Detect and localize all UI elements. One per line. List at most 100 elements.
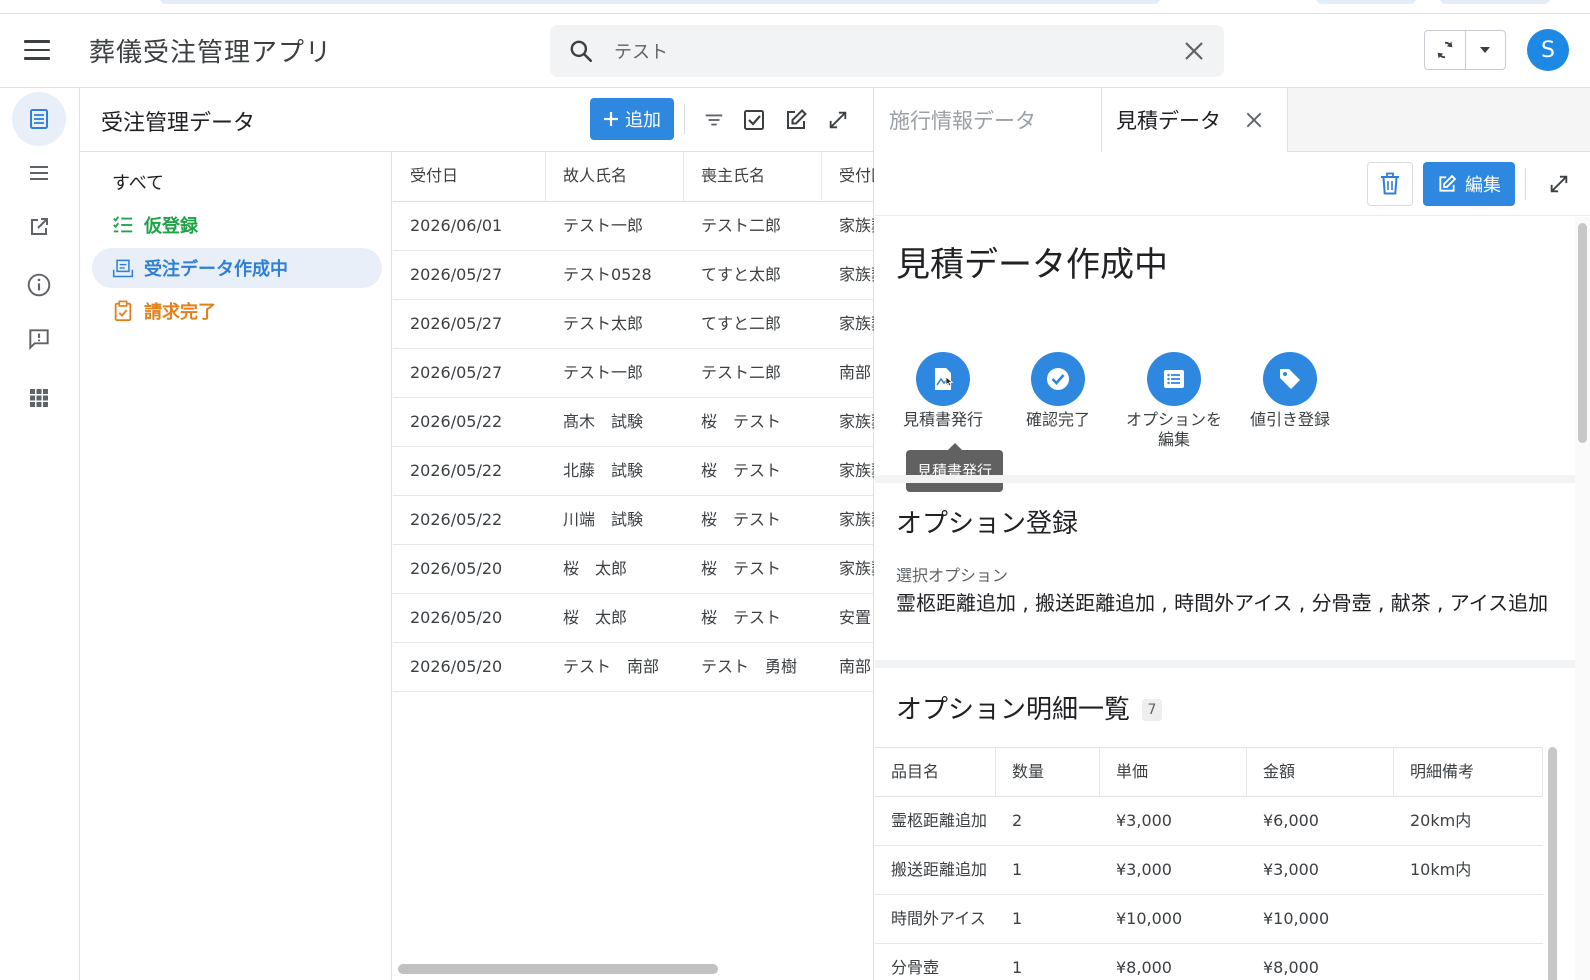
- column-header[interactable]: 単価: [1100, 748, 1247, 796]
- rail-item-external[interactable]: [12, 200, 66, 254]
- detail-toolbar: 編集: [875, 152, 1590, 216]
- cell-chief-mourner: テスト二郎: [701, 216, 782, 235]
- table-row[interactable]: 2026/05/20 桜 太郎 桜 テスト 安置: [393, 594, 874, 643]
- cell-date: 2026/05/27: [410, 363, 503, 382]
- column-header[interactable]: 喪主氏名: [684, 152, 822, 202]
- bulk-edit-button[interactable]: [782, 106, 810, 134]
- cell-chief-mourner: 桜 テスト: [701, 510, 782, 529]
- table-row[interactable]: 2026/05/27 テスト一郎 テスト二郎 南部: [393, 349, 874, 398]
- column-header[interactable]: 金額: [1247, 748, 1394, 796]
- info-icon: [27, 273, 51, 297]
- table-row[interactable]: 霊柩距離追加 2 ¥3,000 ¥6,000 20km内: [875, 797, 1543, 846]
- tab-estimate[interactable]: 見積データ: [1102, 88, 1288, 152]
- sync-dropdown-button[interactable]: [1466, 31, 1506, 69]
- table-row[interactable]: 2026/05/27 テスト0528 てすと太郎 家族葬: [393, 251, 874, 300]
- edit-button-label: 編集: [1465, 175, 1501, 196]
- tab-construction-info[interactable]: 施行情報データ: [875, 88, 1102, 152]
- cell-amount: ¥3,000: [1263, 860, 1319, 879]
- top-bar-shape: [1440, 0, 1550, 4]
- feedback-icon: [29, 329, 49, 351]
- cell-item-name: 搬送距離追加: [891, 860, 988, 879]
- sync-button[interactable]: [1425, 31, 1466, 69]
- order-table-header: 受付日 故人氏名 喪主氏名 受付区分: [393, 152, 874, 202]
- trash-icon: [1381, 172, 1399, 195]
- action-label: 見積書発行: [902, 410, 983, 429]
- rail-item-feedback[interactable]: [12, 312, 66, 366]
- action-label-line: オプションを: [1125, 410, 1222, 429]
- rail-item-records[interactable]: [12, 92, 66, 146]
- search-input[interactable]: [614, 35, 1154, 67]
- discount-register-button[interactable]: 値引き登録: [1230, 352, 1350, 430]
- cell-deceased: 川端 試験: [563, 510, 644, 529]
- table-row[interactable]: 搬送距離追加 1 ¥3,000 ¥3,000 10km内: [875, 846, 1543, 895]
- horizontal-scrollbar[interactable]: [398, 964, 718, 974]
- list-icon: [1147, 352, 1201, 406]
- menu-icon[interactable]: [24, 40, 50, 60]
- column-header[interactable]: 明細備考: [1394, 748, 1543, 796]
- table-row[interactable]: 2026/05/22 川端 試験 桜 テスト 家族葬: [393, 496, 874, 545]
- table-row[interactable]: 2026/05/20 テスト 南部 テスト 勇樹 南部: [393, 643, 874, 692]
- filter-button[interactable]: [700, 106, 728, 134]
- app-title: 葬儀受注管理アプリ: [89, 38, 333, 68]
- caret-down-icon: [1480, 47, 1491, 53]
- table-row[interactable]: 2026/05/22 北藤 試験 桜 テスト 家族葬: [393, 447, 874, 496]
- cell-date: 2026/06/01: [410, 216, 503, 235]
- confirm-complete-button[interactable]: 確認完了: [998, 352, 1118, 430]
- add-button[interactable]: 追加: [590, 98, 674, 140]
- cell-chief-mourner: テスト二郎: [701, 363, 782, 382]
- rail-item-menu[interactable]: [12, 146, 66, 200]
- table-vertical-scrollbar[interactable]: [1548, 747, 1560, 980]
- table-row[interactable]: 2026/05/20 桜 太郎 桜 テスト 家族葬: [393, 545, 874, 594]
- column-header[interactable]: 受付日: [393, 152, 546, 202]
- table-row[interactable]: 時間外アイス 1 ¥10,000 ¥10,000: [875, 895, 1543, 944]
- cell-chief-mourner: てすと二郎: [701, 314, 782, 333]
- edit-button[interactable]: 編集: [1423, 162, 1515, 206]
- cell-date: 2026/05/27: [410, 314, 503, 333]
- rail-item-info[interactable]: [12, 258, 66, 312]
- column-header[interactable]: 品目名: [875, 748, 996, 796]
- cell-deceased: 桜 太郎: [563, 608, 628, 627]
- edit-options-button[interactable]: オプションを 編集: [1114, 352, 1234, 450]
- filter-all[interactable]: すべて: [92, 162, 382, 202]
- cell-item-name: 分骨壺: [891, 958, 940, 977]
- cell-chief-mourner: てすと太郎: [701, 265, 782, 284]
- detail-vertical-scrollbar[interactable]: [1575, 217, 1590, 980]
- cell-quantity: 1: [1012, 860, 1023, 879]
- select-button[interactable]: [740, 106, 768, 134]
- column-header[interactable]: 受付区分: [822, 152, 874, 202]
- cell-chief-mourner: 桜 テスト: [701, 559, 782, 578]
- issue-estimate-button[interactable]: 見積書発行: [883, 352, 1003, 430]
- close-icon[interactable]: [1243, 109, 1265, 131]
- cell-deceased: テスト一郎: [563, 363, 644, 382]
- order-list-panel: 受注管理データ 追加 すべて 仮登録 受注データ作成中 請求完了 受付日 故人氏…: [80, 88, 874, 980]
- filter-order-in-progress[interactable]: 受注データ作成中: [92, 248, 382, 288]
- search-bar[interactable]: [550, 25, 1224, 77]
- delete-button[interactable]: [1367, 162, 1413, 206]
- expand-detail-button[interactable]: [1545, 170, 1573, 198]
- status-title: 見積データ作成中: [896, 245, 1168, 285]
- rail-item-apps[interactable]: [12, 371, 66, 425]
- expand-list-button[interactable]: [824, 106, 852, 134]
- filter-provisional[interactable]: 仮登録: [92, 205, 382, 245]
- table-row[interactable]: 分骨壺 1 ¥8,000 ¥8,000: [875, 944, 1543, 980]
- avatar[interactable]: S: [1527, 29, 1569, 71]
- cell-note: 20km内: [1410, 811, 1472, 830]
- column-header[interactable]: 数量: [996, 748, 1100, 796]
- status-filter-list: すべて 仮登録 受注データ作成中 請求完了: [80, 152, 392, 980]
- cell-date: 2026/05/20: [410, 657, 503, 676]
- option-section-title: オプション登録: [896, 509, 1079, 539]
- cell-deceased: テスト太郎: [563, 314, 644, 333]
- table-row[interactable]: 2026/05/27 テスト太郎 てすと二郎 家族葬: [393, 300, 874, 349]
- tab-label: 施行情報データ: [889, 109, 1036, 133]
- table-row[interactable]: 2026/06/01 テスト一郎 テスト二郎 家族葬: [393, 202, 874, 251]
- clipboard-check-icon: [112, 300, 134, 322]
- filter-billing-complete[interactable]: 請求完了: [92, 291, 382, 331]
- column-header[interactable]: 故人氏名: [546, 152, 684, 202]
- filter-label: 受注データ作成中: [144, 259, 288, 280]
- close-icon[interactable]: [1182, 39, 1206, 63]
- external-link-icon: [31, 218, 48, 235]
- cell-deceased: テスト0528: [563, 265, 652, 284]
- left-nav-rail: [0, 88, 80, 980]
- cell-chief-mourner: 桜 テスト: [701, 461, 782, 480]
- table-row[interactable]: 2026/05/22 髙木 試験 桜 テスト 家族葬: [393, 398, 874, 447]
